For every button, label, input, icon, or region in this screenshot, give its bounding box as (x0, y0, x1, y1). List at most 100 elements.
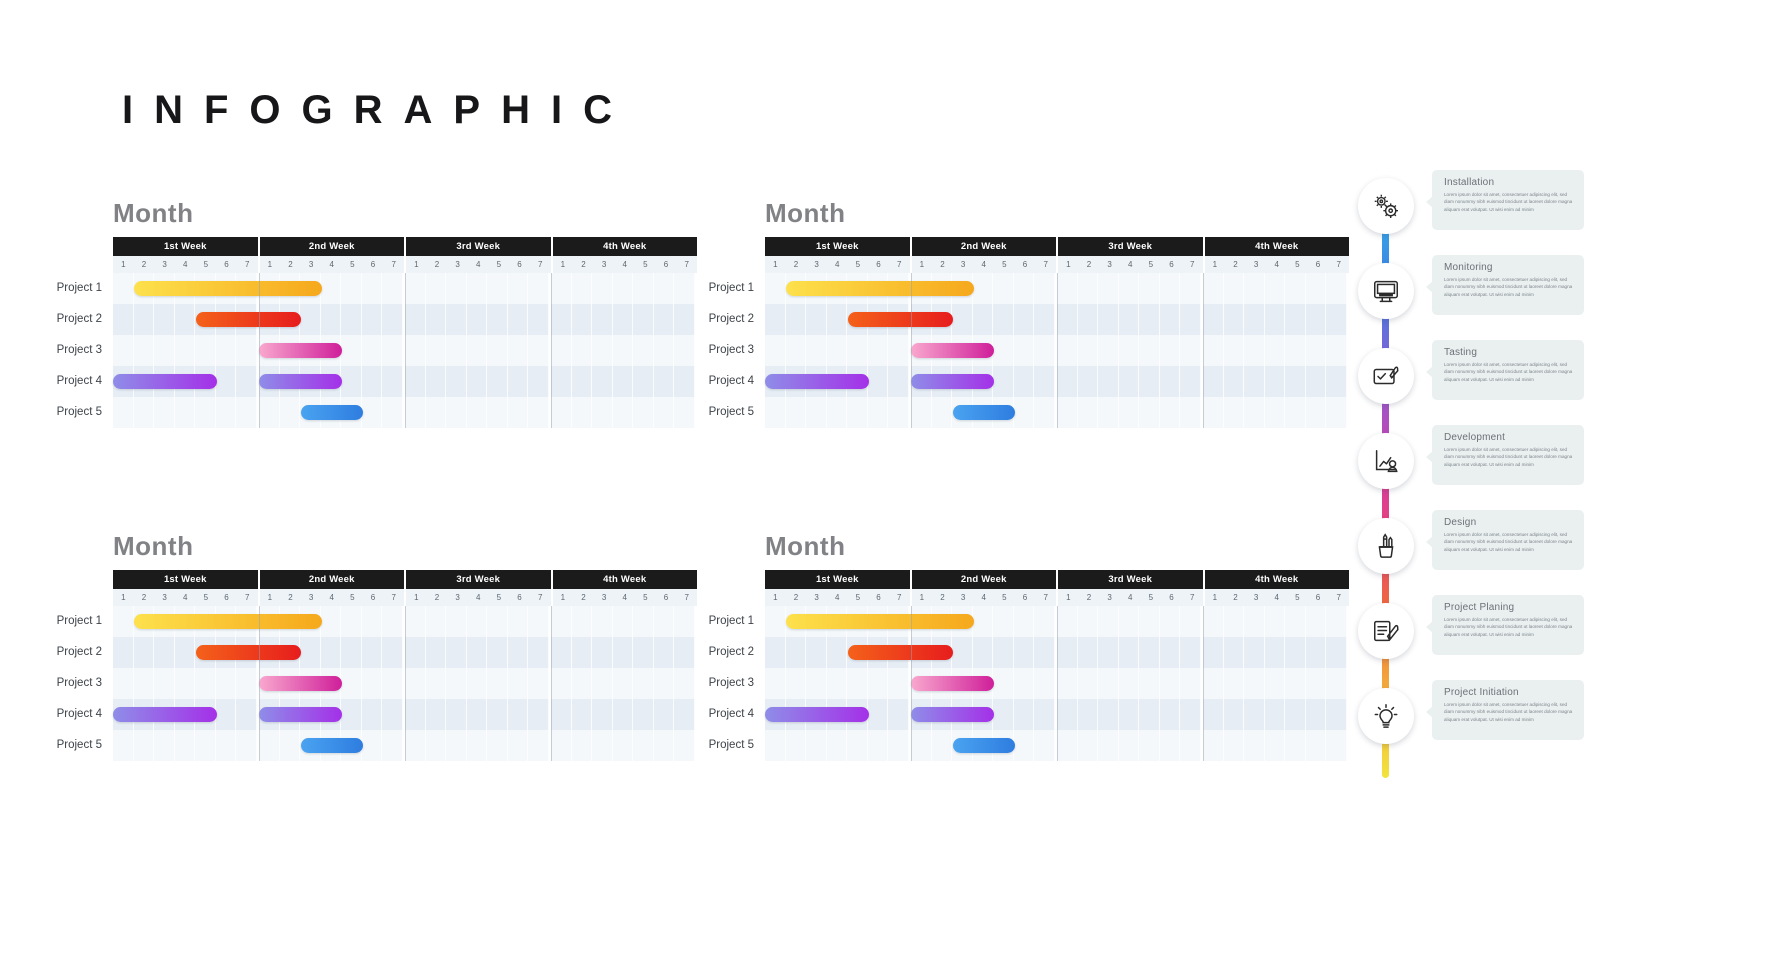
gantt-bar[interactable] (196, 312, 301, 327)
day-header-cell: 3 (308, 593, 314, 602)
day-header-cell: 7 (244, 593, 250, 602)
gantt-body: Project 1 Project 2 Project 3 Project 4 Proj… (57, 606, 697, 761)
day-header-cell: 4 (622, 260, 627, 269)
gantt-row: Project 2 (709, 304, 1349, 335)
day-header-cell: 1 (773, 593, 778, 602)
day-header-cell: 3 (162, 260, 167, 269)
timeline-card-body: Lorem ipsum dolor sit amet, consectetuer… (1444, 447, 1573, 467)
gantt-month-title: Month (113, 198, 194, 228)
gantt-bar[interactable] (911, 374, 995, 389)
gantt-bar[interactable] (113, 374, 218, 389)
gantt-bar[interactable] (300, 738, 364, 753)
timeline-card-body: Lorem ipsum dolor sit amet, consectetuer… (1444, 617, 1573, 637)
day-header-cell: 7 (1336, 260, 1341, 269)
day-header-cell: 1 (919, 593, 925, 602)
week-header-cell: 4th Week (1204, 237, 1349, 256)
day-header-cell: 6 (876, 593, 881, 602)
timeline-icon-badge (1358, 518, 1414, 574)
gantt-row: Project 3 (709, 668, 1349, 699)
gantt-bar[interactable] (765, 374, 870, 389)
timeline-card-title: Development (1444, 432, 1506, 443)
gantt-bar[interactable] (765, 707, 870, 722)
day-header-cell: 4 (1128, 593, 1133, 602)
day-header-cell: 6 (370, 593, 376, 602)
day-header-cell: 2 (1086, 260, 1092, 269)
gantt-bar[interactable] (300, 405, 364, 420)
day-header-row: 1 2 3 4 5 6 7 1 2 3 4 5 6 7 1 2 3 4 5 6 7 1 2 3 4 5 6 7 (113, 589, 697, 606)
gantt-row: Project 5 (709, 397, 1349, 428)
day-header-cell: 6 (1169, 260, 1174, 269)
day-header-cell: 6 (517, 593, 522, 602)
timeline-card: Project Planing Lorem ipsum dolor sit ame… (1426, 595, 1584, 655)
gantt-bar[interactable] (259, 676, 343, 691)
gantt-row: Project 4 (709, 366, 1349, 397)
gantt-row-label: Project 1 (708, 282, 754, 294)
day-header-cell: 2 (141, 260, 147, 269)
day-header-cell: 2 (1233, 593, 1238, 602)
day-header-cell: 2 (940, 260, 945, 269)
timeline-card: Monitoring Lorem ipsum dolor sit amet, co… (1426, 255, 1584, 315)
gantt-month-title: Month (765, 531, 846, 561)
day-header-cell: 6 (1169, 593, 1174, 602)
day-header-cell: 7 (896, 260, 902, 269)
notepad-pen-icon (1371, 616, 1401, 646)
day-header-cell: 5 (1002, 593, 1007, 602)
timeline-card: Design Lorem ipsum dolor sit amet, consec… (1426, 510, 1584, 570)
day-header-cell: 4 (476, 260, 481, 269)
day-header-cell: 4 (622, 593, 627, 602)
gantt-bar[interactable] (785, 281, 974, 296)
day-header-cell: 3 (960, 593, 966, 602)
week-header-cell: 4th Week (552, 570, 697, 589)
timeline-icon-badge (1358, 688, 1414, 744)
gantt-row: Project 2 (57, 637, 697, 668)
day-header-cell: 3 (455, 593, 460, 602)
day-header-cell: 7 (1043, 593, 1048, 602)
gantt-bar[interactable] (911, 707, 995, 722)
day-header-cell: 3 (814, 260, 819, 269)
timeline-icon-badge (1358, 348, 1414, 404)
week-header-cell: 2nd Week (911, 570, 1058, 589)
gantt-body: Project 1 Project 2 Project 3 Project 4 Proj… (57, 273, 697, 428)
gantt-panel-top-left: Month 1st Week 2nd Week 3rd Week 4th Week 1 2 3… (57, 198, 697, 428)
gantt-bar[interactable] (952, 405, 1016, 420)
gantt-row-label: Project 3 (708, 677, 754, 689)
day-header-cell: 1 (1066, 260, 1071, 269)
week-header-cell: 1st Week (113, 237, 260, 256)
gears-icon (1371, 191, 1401, 221)
gantt-row-label: Project 2 (56, 646, 102, 658)
gantt-bar[interactable] (113, 707, 218, 722)
gantt-bar[interactable] (952, 738, 1016, 753)
gantt-grid: 1st Week 2nd Week 3rd Week 4th Week 1 2 3 4 5 6 7 1… (57, 237, 697, 428)
timeline-icon-badge (1358, 433, 1414, 489)
gantt-row: Project 4 (709, 699, 1349, 730)
gantt-bar[interactable] (133, 614, 322, 629)
day-header-cell: 4 (1274, 593, 1279, 602)
day-header-cell: 6 (876, 260, 881, 269)
day-header-cell: 1 (919, 260, 925, 269)
gantt-month-title: Month (113, 531, 194, 561)
day-header-cell: 5 (1148, 260, 1154, 269)
gantt-row: Project 3 (57, 335, 697, 366)
gantt-bar[interactable] (196, 645, 301, 660)
day-header-cell: 6 (1315, 260, 1321, 269)
day-header-cell: 5 (203, 260, 209, 269)
day-header-cell: 1 (121, 593, 126, 602)
gantt-bar[interactable] (259, 707, 343, 722)
gantt-bar[interactable] (848, 645, 953, 660)
day-header-cell: 7 (1043, 260, 1048, 269)
gantt-bar[interactable] (133, 281, 322, 296)
day-header-cell: 6 (517, 260, 522, 269)
gantt-bar[interactable] (259, 374, 343, 389)
timeline-card-body: Lorem ipsum dolor sit amet, consectetuer… (1444, 277, 1573, 297)
gantt-bar[interactable] (911, 676, 995, 691)
timeline-card: Tasting Lorem ipsum dolor sit amet, conse… (1426, 340, 1584, 400)
gantt-row-label: Project 2 (708, 313, 754, 325)
day-header-cell: 3 (1253, 260, 1259, 269)
day-header-cell: 3 (814, 593, 819, 602)
gantt-bar[interactable] (785, 614, 974, 629)
day-header-cell: 2 (434, 593, 440, 602)
day-header-cell: 5 (496, 593, 502, 602)
gantt-bar[interactable] (911, 343, 995, 358)
gantt-bar[interactable] (848, 312, 953, 327)
gantt-bar[interactable] (259, 343, 343, 358)
